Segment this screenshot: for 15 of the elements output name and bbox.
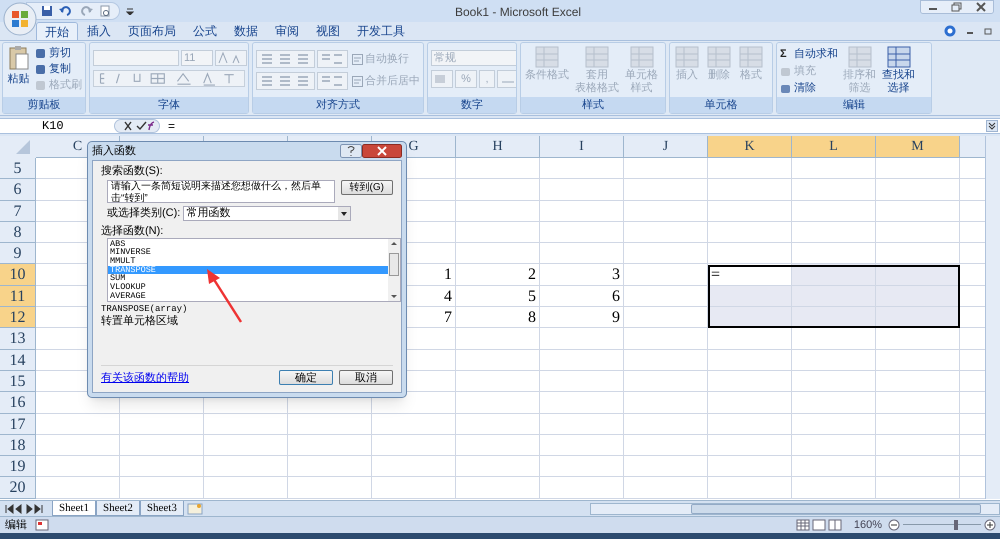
field-label: 选择函数(N): [101,224,164,238]
field-label: 搜索函数(S): [101,164,164,178]
field-label: 或选择类别(C): [107,206,180,221]
group-label: 剪贴板 [28,98,60,113]
group-label: 数字 [461,98,483,113]
function-description: 转置单元格区域 [101,314,179,328]
status-mode: 编辑 [5,518,27,533]
group-label: 字体 [158,98,180,113]
group-label: 样式 [582,98,604,113]
group-label: 对齐方式 [316,98,360,113]
zoom-level: 160% [854,518,882,533]
window-title: Book1 - Microsoft Excel [455,4,582,21]
group-label: 编辑 [843,98,865,113]
function-signature: TRANSPOSE(array) [101,304,188,314]
group-label: 单元格 [704,98,738,113]
